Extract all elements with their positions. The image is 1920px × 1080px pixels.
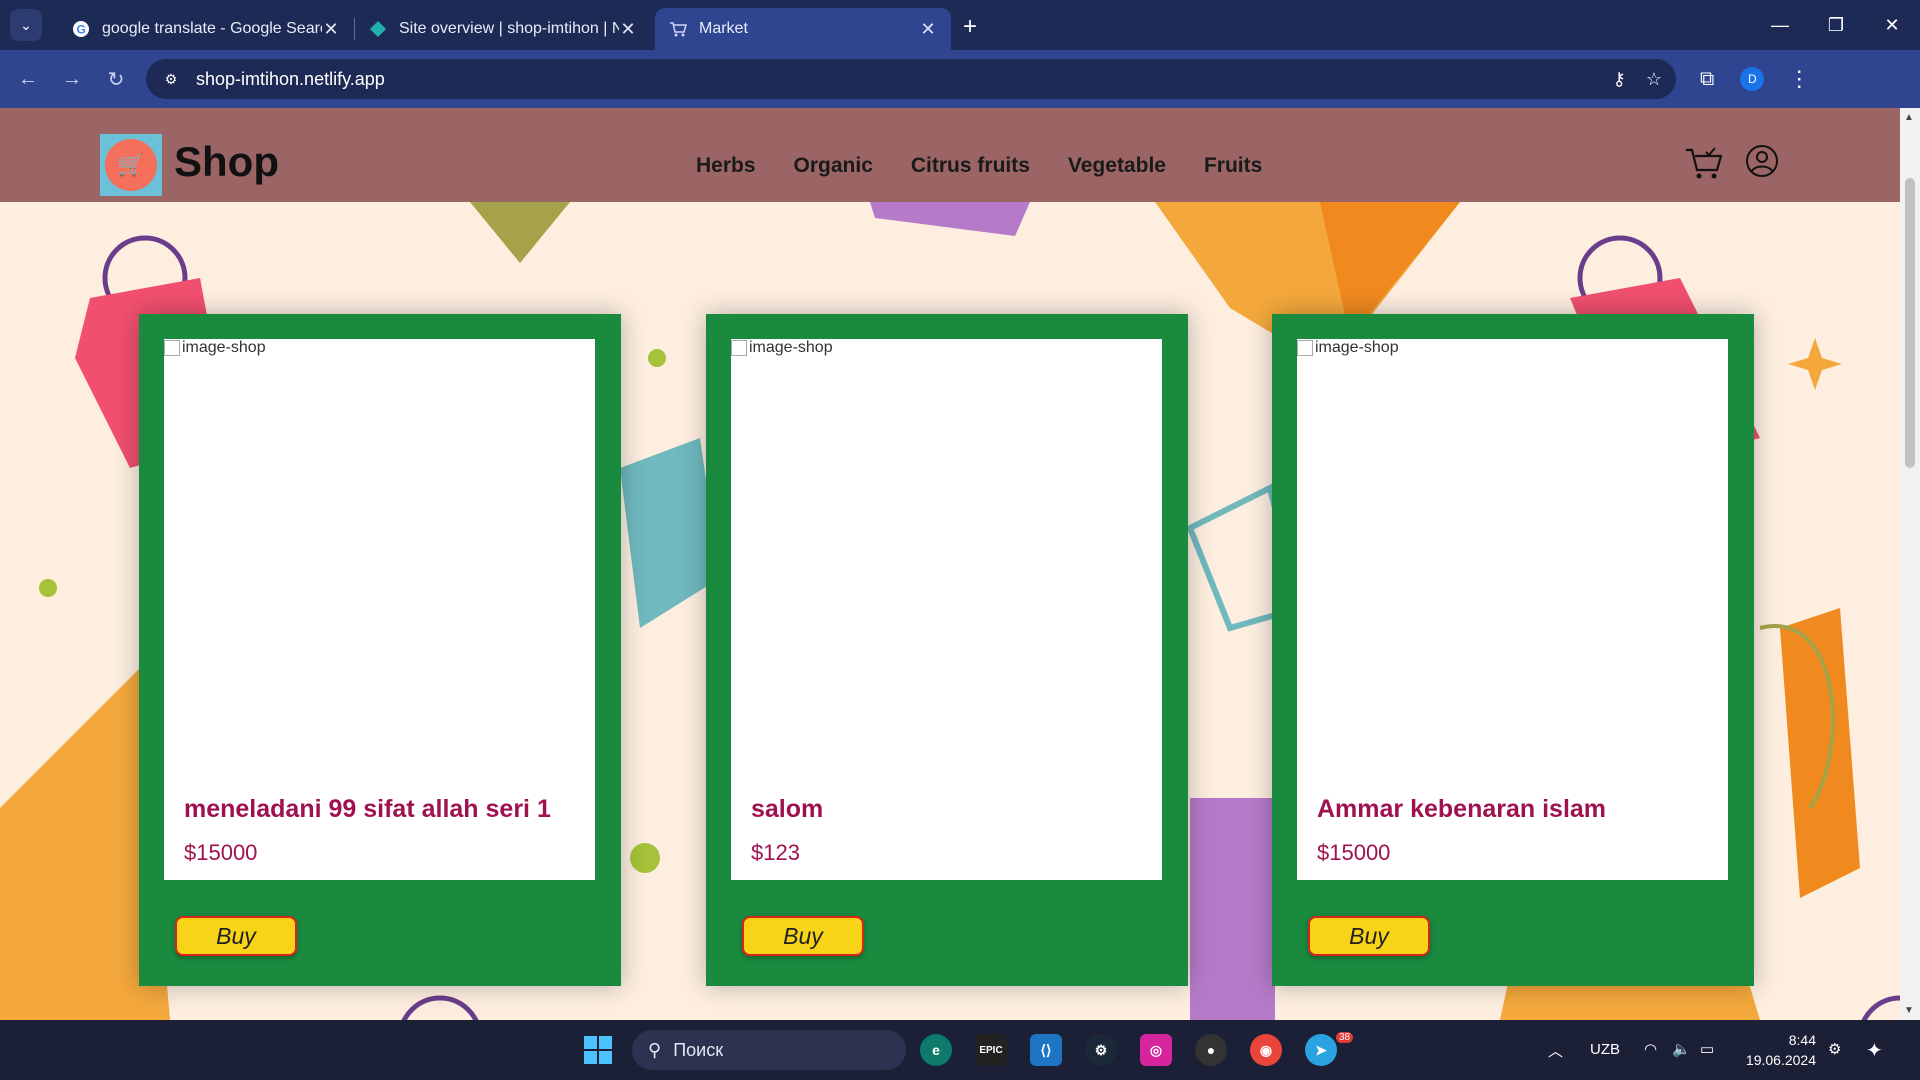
back-icon[interactable]: ← [6, 68, 50, 91]
bookmark-star-icon[interactable]: ☆ [1646, 69, 1662, 90]
restore-icon[interactable]: ❐ [1808, 0, 1864, 50]
product-price: $15000 [184, 840, 258, 865]
windows-taskbar [0, 1020, 1920, 1080]
page-scrollbar[interactable]: ▲ ▼ [1900, 108, 1920, 1020]
buy-button[interactable]: Buy [742, 916, 864, 956]
product-name: salom [751, 795, 824, 823]
clock-date: 19.06.2024 [1745, 1052, 1816, 1068]
menu-kebab-icon[interactable]: ⋮ [1788, 66, 1810, 92]
volume-icon[interactable]: 🔈 [1672, 1040, 1691, 1058]
notifications-icon[interactable]: ⚙ [1828, 1040, 1841, 1058]
cart-icon [670, 22, 687, 37]
product-card-body: image-shop Ammar kebenaran islam $15000 [1297, 339, 1728, 880]
product-card: image-shop salom $123 Buy [706, 314, 1188, 986]
product-image: image-shop [731, 339, 833, 357]
tab-market[interactable]: Market ✕ [655, 8, 951, 50]
language-indicator[interactable]: UZB [1590, 1041, 1620, 1058]
minimize-icon[interactable]: — [1752, 0, 1808, 50]
address-bar[interactable]: ⚙ shop-imtihon.netlify.app ⚷ ☆ [146, 59, 1676, 99]
tab-title: google translate - Google Search [102, 20, 322, 37]
site-info-icon[interactable]: ⚙ [160, 68, 182, 90]
copilot-icon[interactable]: ✦ [1866, 1038, 1883, 1063]
search-icon: ⚲ [648, 1039, 662, 1060]
tab-search-button[interactable]: ⌄ [10, 9, 42, 41]
tab-title: Site overview | shop-imtihon | Netlify [399, 20, 619, 37]
product-image: image-shop [164, 339, 266, 357]
nav-link-herbs[interactable]: Herbs [696, 154, 756, 178]
scrollbar-thumb[interactable] [1905, 178, 1915, 468]
buy-button[interactable]: Buy [175, 916, 297, 956]
instagram-icon[interactable]: ◎ [1140, 1034, 1172, 1066]
nav-link-vegetable[interactable]: Vegetable [1068, 154, 1166, 178]
nav-link-organic[interactable]: Organic [794, 154, 873, 178]
telegram-icon[interactable]: ➤ [1305, 1034, 1337, 1066]
google-icon: G [73, 21, 89, 37]
image-alt-text: image-shop [749, 339, 833, 356]
product-card-body: image-shop salom $123 [731, 339, 1162, 880]
password-key-icon[interactable]: ⚷ [1613, 69, 1626, 90]
taskbar-clock[interactable]: 8:44 19.06.2024 [1740, 1030, 1816, 1070]
taskbar-search[interactable]: ⚲ Поиск [632, 1030, 906, 1070]
close-icon[interactable]: ✕ [619, 19, 637, 40]
tab-google[interactable]: G google translate - Google Search ✕ [58, 8, 354, 50]
tab-netlify[interactable]: Site overview | shop-imtihon | Netlify ✕ [355, 8, 651, 50]
image-alt-text: image-shop [182, 339, 266, 356]
vscode-icon[interactable]: ⟨⟩ [1030, 1034, 1062, 1066]
window-controls: — ❐ ✕ [1752, 0, 1920, 50]
logo-cart-icon: 🛒 [105, 139, 157, 191]
obs-icon[interactable]: ● [1195, 1034, 1227, 1066]
web-page: 🛒 Shop Herbs Organic Citrus fruits Veget… [0, 108, 1900, 1020]
cart-icon[interactable] [1684, 142, 1724, 182]
user-account-icon[interactable] [1745, 144, 1779, 178]
scroll-up-icon[interactable]: ▲ [1904, 112, 1914, 123]
forward-icon[interactable]: → [50, 68, 94, 91]
windows-start-icon[interactable] [582, 1034, 614, 1066]
steam-icon[interactable]: ⚙ [1085, 1034, 1117, 1066]
product-name: Ammar kebenaran islam [1317, 795, 1607, 823]
edge-icon[interactable]: e [920, 1034, 952, 1066]
browser-toolbar: ← → ↻ ⚙ shop-imtihon.netlify.app ⚷ ☆ ⧉ D… [0, 50, 1920, 108]
shop-logo[interactable]: 🛒 [100, 134, 162, 196]
broken-image-icon [164, 340, 180, 356]
nav-link-fruits[interactable]: Fruits [1204, 154, 1262, 178]
product-card-body: image-shop meneladani 99 sifat allah ser… [164, 339, 595, 880]
product-name: meneladani 99 sifat allah seri 1 [184, 795, 551, 823]
close-icon[interactable]: ✕ [919, 19, 937, 40]
chrome-icon[interactable]: ◉ [1250, 1034, 1282, 1066]
product-card: image-shop Ammar kebenaran islam $15000 … [1272, 314, 1754, 986]
telegram-badge: 38 [1336, 1032, 1354, 1043]
search-placeholder: Поиск [673, 1039, 724, 1060]
product-price: $15000 [1317, 840, 1391, 865]
url-text: shop-imtihon.netlify.app [196, 68, 385, 89]
product-image: image-shop [1297, 339, 1399, 357]
product-price: $123 [751, 840, 800, 865]
epic-games-icon[interactable]: EPIC [975, 1034, 1007, 1066]
image-alt-text: image-shop [1315, 339, 1399, 356]
browser-tabbar: ⌄ G google translate - Google Search ✕ S… [0, 0, 1920, 50]
clock-time: 8:44 [1788, 1032, 1816, 1048]
new-tab-button[interactable]: + [963, 13, 977, 41]
close-window-icon[interactable]: ✕ [1864, 0, 1920, 50]
svg-text:G: G [77, 23, 86, 37]
buy-button[interactable]: Buy [1308, 916, 1430, 956]
broken-image-icon [731, 340, 747, 356]
extensions-icon[interactable]: ⧉ [1700, 68, 1714, 91]
close-icon[interactable]: ✕ [322, 19, 340, 40]
broken-image-icon [1297, 340, 1313, 356]
tab-title: Market [699, 20, 748, 37]
site-header: 🛒 Shop Herbs Organic Citrus fruits Veget… [0, 108, 1900, 202]
wifi-icon[interactable]: ◠ [1644, 1040, 1657, 1058]
scroll-down-icon[interactable]: ▼ [1904, 1005, 1914, 1016]
battery-icon[interactable]: ▭ [1700, 1040, 1714, 1058]
main-nav: Herbs Organic Citrus fruits Vegetable Fr… [696, 154, 1262, 178]
show-hidden-icons[interactable]: ︿ [1548, 1040, 1563, 1061]
nav-link-citrus-fruits[interactable]: Citrus fruits [911, 154, 1030, 178]
reload-icon[interactable]: ↻ [94, 67, 138, 92]
netlify-icon [370, 21, 386, 37]
profile-avatar[interactable]: D [1740, 67, 1765, 91]
product-card: image-shop meneladani 99 sifat allah ser… [139, 314, 621, 986]
brand-title[interactable]: Shop [174, 138, 279, 186]
